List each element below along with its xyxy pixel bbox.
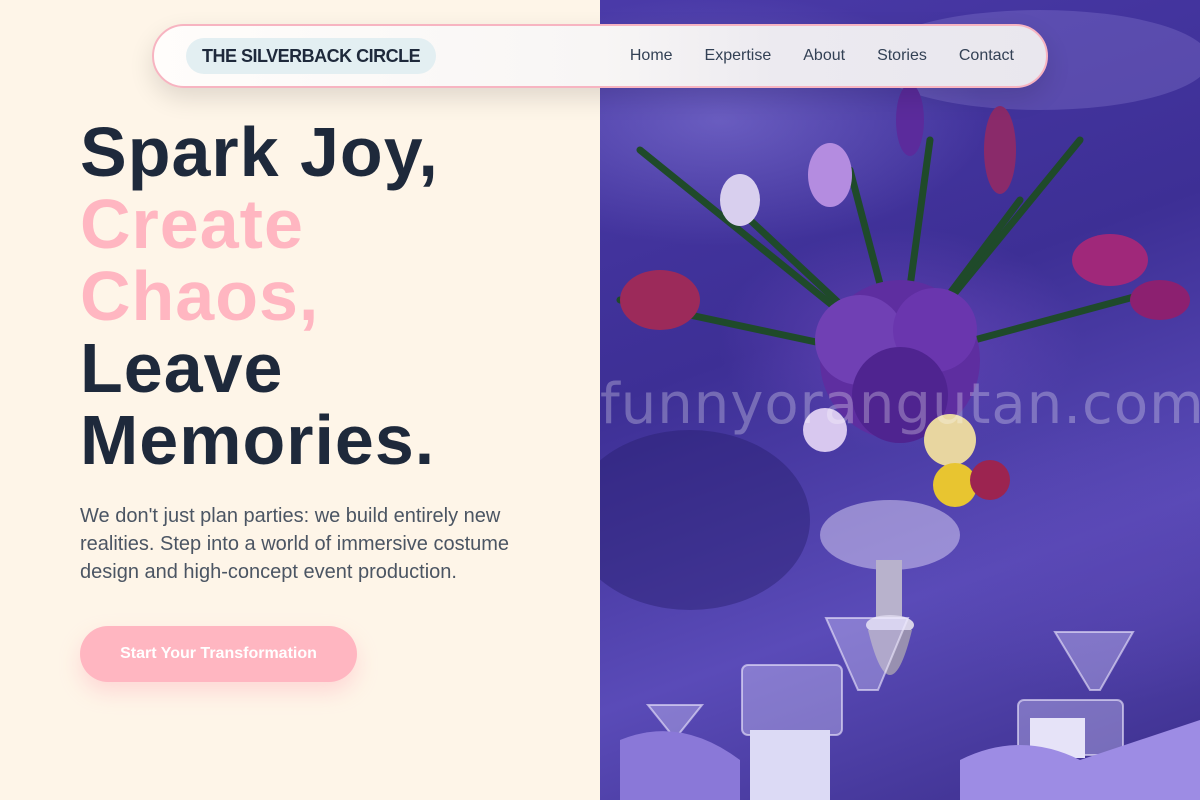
headline-line-1: Spark Joy, — [80, 113, 439, 191]
hero-section: Spark Joy, Create Chaos, Leave Memories. — [80, 116, 580, 476]
nav-link-expertise[interactable]: Expertise — [705, 47, 772, 65]
nav-links: Home Expertise About Stories Contact — [630, 26, 1014, 86]
hero-image: funnyorangutan.com — [600, 0, 1200, 800]
top-navigation-bar: THE SILVERBACK CIRCLE Home Expertise Abo… — [152, 24, 1048, 88]
headline-line-4: Leave — [80, 329, 284, 407]
hero-description: We don't just plan parties: we build ent… — [80, 505, 510, 583]
start-transformation-button[interactable]: Start Your Transformation — [80, 626, 357, 682]
headline-line-2: Create — [80, 185, 304, 263]
nav-link-home[interactable]: Home — [630, 47, 673, 65]
hero-headline: Spark Joy, Create Chaos, Leave Memories. — [80, 116, 580, 476]
headline-line-3: Chaos, — [80, 257, 320, 335]
brand-logo[interactable]: THE SILVERBACK CIRCLE — [186, 38, 437, 74]
image-watermark: funnyorangutan.com — [600, 372, 1200, 437]
nav-link-about[interactable]: About — [803, 47, 845, 65]
nav-link-contact[interactable]: Contact — [959, 47, 1014, 65]
headline-line-5: Memories. — [80, 401, 436, 479]
nav-link-stories[interactable]: Stories — [877, 47, 927, 65]
